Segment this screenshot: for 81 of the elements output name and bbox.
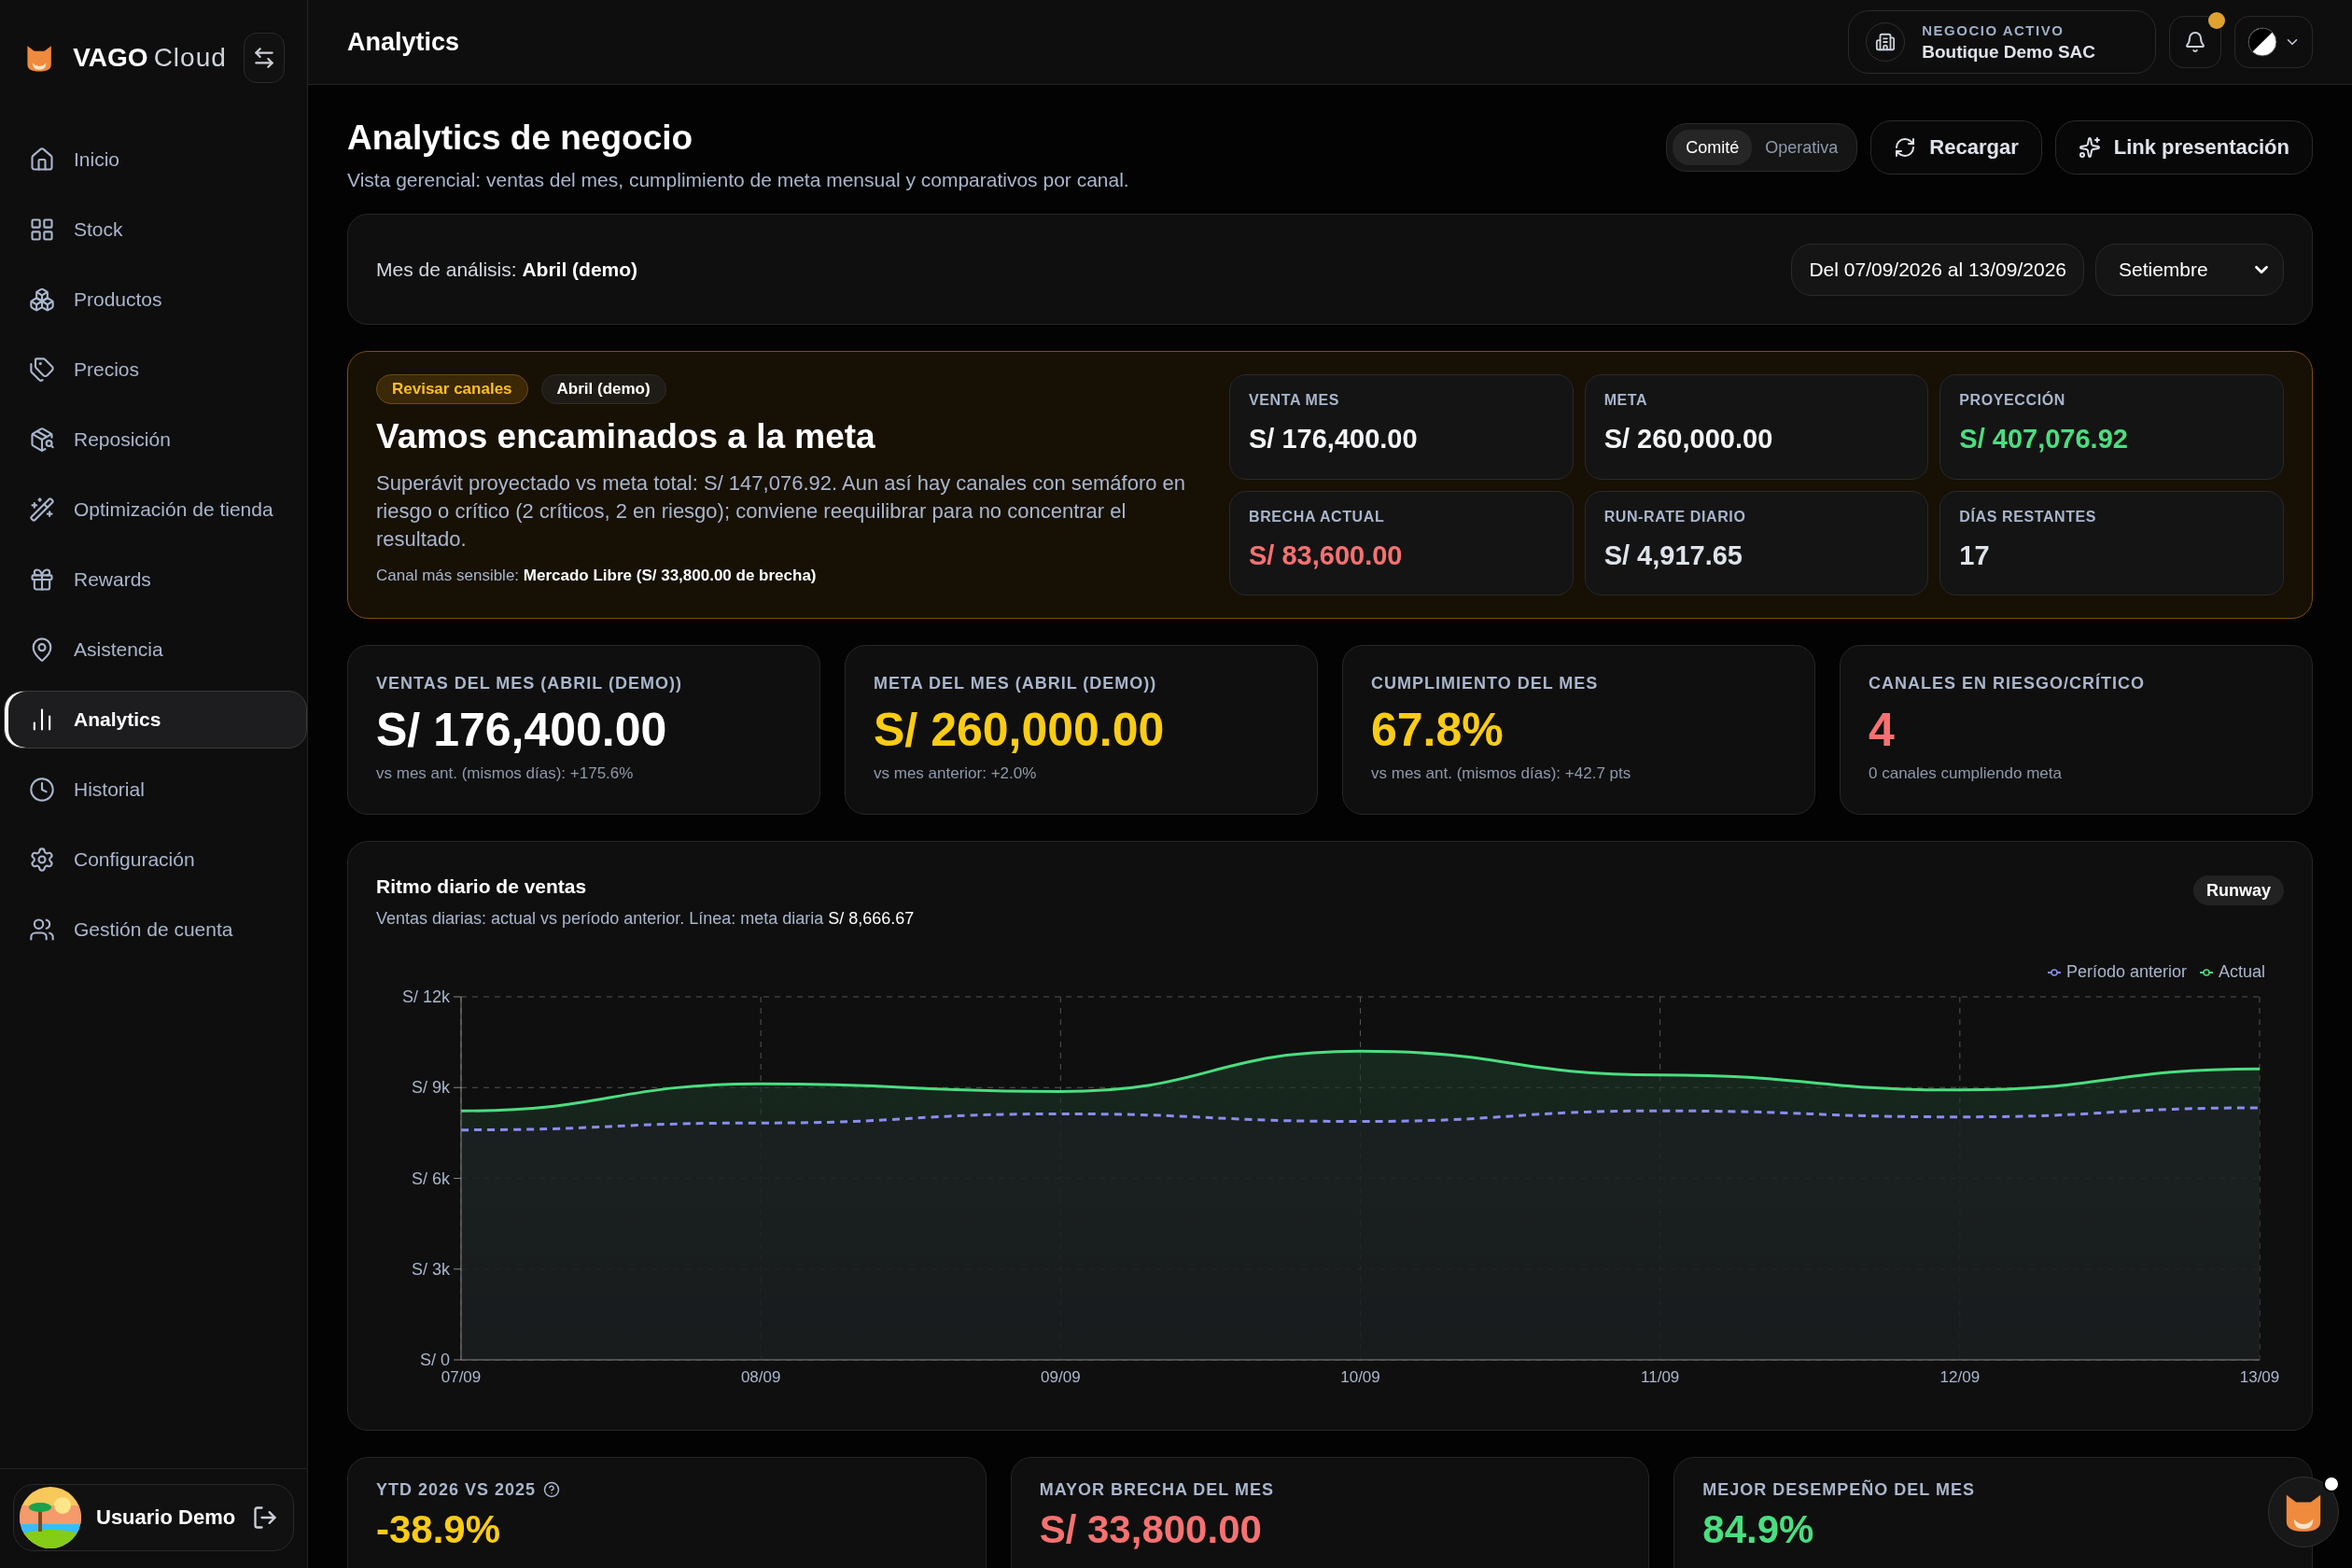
axis-label: S/ 3k: [411, 1259, 450, 1279]
metric-tile: META S/ 260,000.00: [1584, 374, 1929, 480]
sidebar-item[interactable]: Reposición: [4, 411, 307, 469]
analysis-month: Mes de análisis: Abril (demo): [376, 258, 639, 281]
legend-item: Período anterior: [2047, 962, 2187, 982]
metric-tile: RUN-RATE DIARIO S/ 4,917.65: [1584, 490, 1929, 595]
stat-card: YTD 2026 VS 2025 -38.9%: [347, 1457, 987, 1568]
grid-icon: [29, 217, 55, 243]
stat-card: MEJOR DESEMPEÑO DEL MES 84.9%: [1673, 1457, 2313, 1568]
building-icon: [1875, 32, 1897, 52]
home-icon: [29, 147, 55, 173]
sidebar-item[interactable]: Optimización de tienda: [4, 481, 307, 539]
sidebar-item[interactable]: Configuración: [4, 831, 307, 889]
magic-wand-icon: [29, 497, 55, 523]
user-name: Usuario Demo: [96, 1505, 237, 1530]
mode-tab[interactable]: Operativa: [1752, 130, 1852, 165]
legend-item: Actual: [2199, 962, 2265, 982]
users-icon: [29, 917, 55, 943]
banner-text: Superávit proyectado vs meta total: S/ 147,076.92. Aun así hay canales con semáforo en riesgo o crítico (2 críticos, 2 en riesgo); conviene reequilibrar para no concentrar el resultado.: [376, 470, 1187, 553]
stat-card: MAYOR BRECHA DEL MES S/ 33,800.00: [1010, 1457, 1650, 1568]
axis-label: S/ 6k: [411, 1169, 450, 1188]
axis-label: 09/09: [1041, 1368, 1081, 1386]
axis-label: 11/09: [1641, 1368, 1680, 1386]
page-subtitle: Vista gerencial: ventas del mes, cumplimiento de meta mensual y comparativos por canal.: [347, 169, 1129, 191]
axis-label: 12/09: [1939, 1368, 1981, 1386]
help-icon[interactable]: [543, 1481, 561, 1498]
business-selector[interactable]: NEGOCIO ACTIVO Boutique Demo SAC: [1848, 10, 2156, 74]
metric-tile: VENTA MES S/ 176,400.00: [1229, 374, 1574, 480]
axis-label: 08/09: [740, 1368, 781, 1386]
gift-icon: [29, 567, 55, 593]
axis-label: 07/09: [441, 1368, 482, 1386]
clock-icon: [29, 777, 55, 803]
bell-icon: [2184, 31, 2206, 53]
kpi-card: VENTAS DEL MES (ABRIL (DEMO)) S/ 176,400.00 vs mes ant. (mismos días): +175.6%: [347, 645, 820, 815]
kpi-card: CANALES EN RIESGO/CRÍTICO 4 0 canales cumpliendo meta: [1840, 645, 2313, 815]
refresh-icon: [1894, 136, 1917, 159]
sidebar-item[interactable]: Historial: [4, 761, 307, 819]
presentation-link-button[interactable]: Link presentación: [2054, 120, 2313, 175]
chart-title: Ritmo diario de ventas: [376, 875, 588, 898]
month-select[interactable]: Setiembre: [2095, 243, 2284, 296]
theme-button[interactable]: [2234, 16, 2313, 68]
banner-note: Canal más sensible: Mercado Libre (S/ 33,800.00 de brecha): [376, 567, 818, 585]
chart-subtitle: Ventas diarias: actual vs período anterior. Línea: meta diaria S/ 8,666.67: [376, 909, 915, 929]
runway-badge: Runway: [2193, 875, 2284, 905]
axis-label: S/ 12k: [401, 987, 450, 1006]
sparkles-icon: [2078, 136, 2101, 159]
kpi-card: CUMPLIMIENTO DEL MES 67.8% vs mes ant. (mismos días): +42.7 pts: [1342, 645, 1815, 815]
sidebar-item[interactable]: Gestión de cuenta: [4, 901, 307, 959]
metric-tile: BRECHA ACTUAL S/ 83,600.00: [1229, 490, 1574, 595]
sidebar-item[interactable]: Asistencia: [4, 621, 307, 679]
package-search-icon: [29, 427, 55, 453]
header-title: Analytics: [347, 27, 461, 57]
brand-name: VAGO Cloud: [73, 43, 227, 73]
metric-tile: DÍAS RESTANTES 17: [1939, 490, 2284, 595]
kpi-card: META DEL MES (ABRIL (DEMO)) S/ 260,000.00 vs mes anterior: +2.0%: [845, 645, 1318, 815]
sidebar-item[interactable]: Stock: [4, 201, 307, 259]
sidebar-item[interactable]: Rewards: [4, 551, 307, 609]
sidebar-item[interactable]: Analytics: [4, 691, 307, 749]
date-range: Del 07/09/2026 al 13/09/2026: [1791, 243, 2084, 296]
legend-marker-icon: [2047, 968, 2061, 976]
reload-button[interactable]: Recargar: [1870, 120, 2042, 175]
status-tag: Revisar canales: [376, 374, 528, 404]
logout-icon[interactable]: [252, 1505, 278, 1531]
banner-title: Vamos encaminados a la meta: [376, 417, 876, 456]
theme-icon: [2247, 26, 2278, 58]
settings-icon: [29, 847, 55, 873]
axis-label: 13/09: [2239, 1368, 2280, 1386]
axis-label: S/ 9k: [411, 1078, 450, 1098]
status-tag: Abril (demo): [540, 374, 666, 404]
sidebar-item[interactable]: Precios: [4, 341, 307, 399]
metric-tile: PROYECCIÓN S/ 407,076.92: [1939, 374, 2284, 480]
mode-tab[interactable]: Comité: [1673, 130, 1753, 165]
sidebar-item[interactable]: Productos: [4, 271, 307, 329]
legend-marker-icon: [2199, 968, 2213, 976]
switch-button[interactable]: [243, 33, 285, 83]
page-title: Analytics de negocio: [347, 119, 694, 158]
boxes-icon: [29, 287, 55, 313]
axis-label: 10/09: [1340, 1368, 1380, 1386]
sidebar-item[interactable]: Inicio: [4, 131, 307, 189]
tag-icon: [29, 357, 55, 383]
axis-label: S/ 0: [419, 1351, 450, 1369]
